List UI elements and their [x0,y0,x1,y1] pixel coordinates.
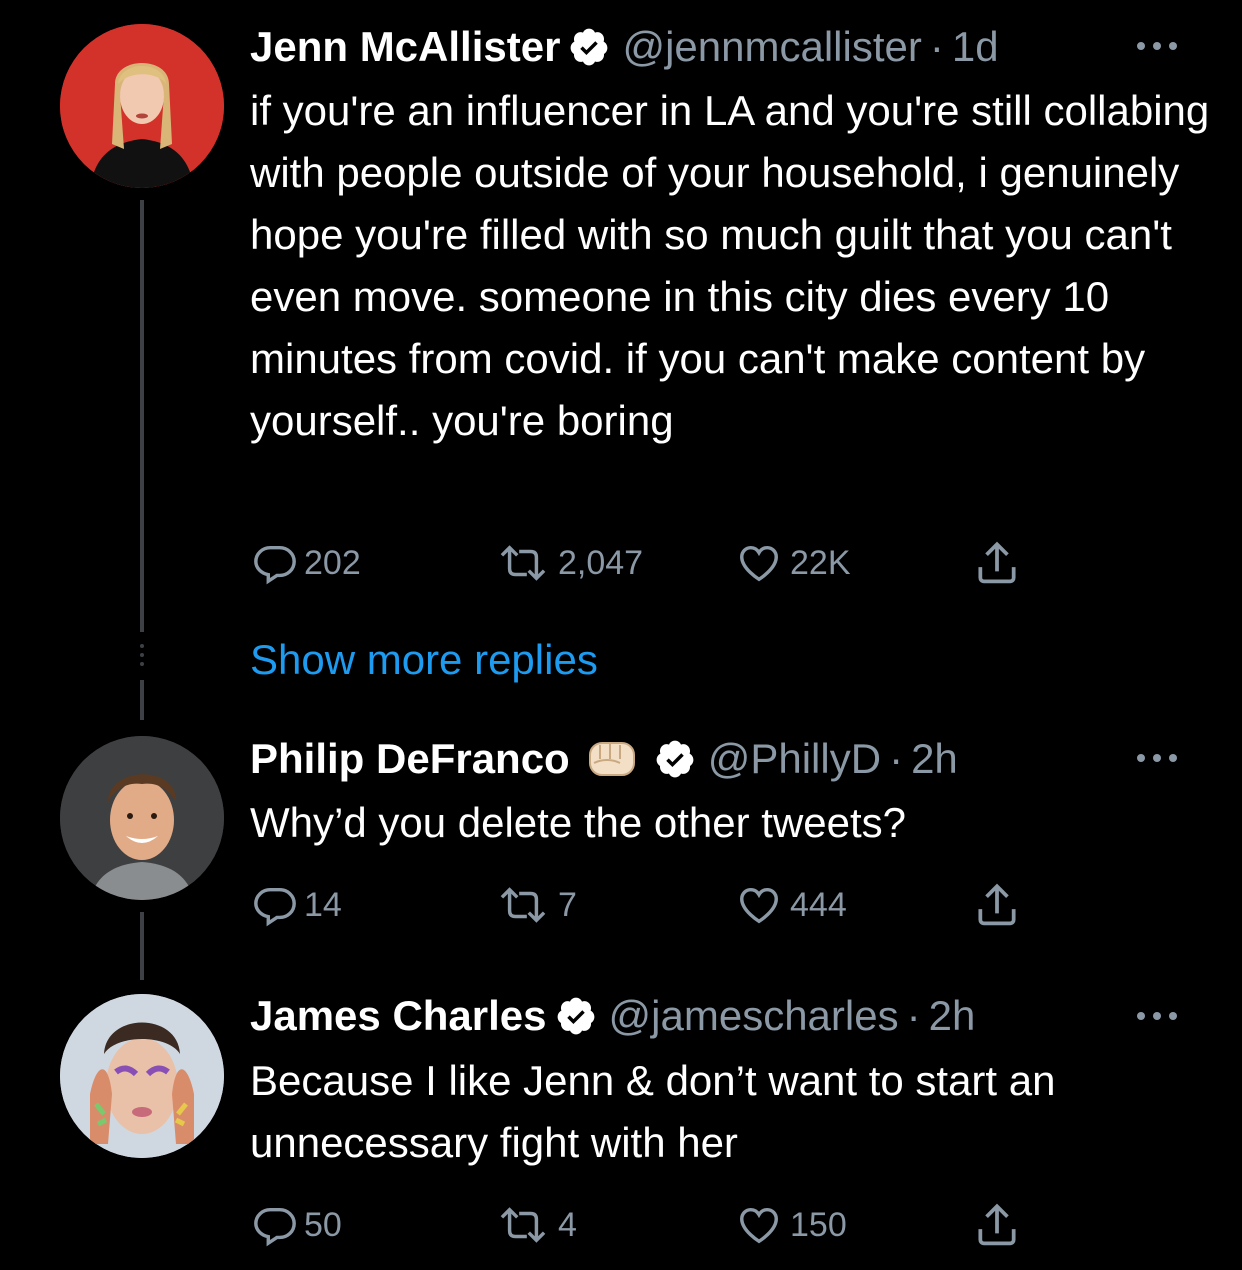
thread-line [140,680,144,720]
tweet-actions: 14 7 444 [250,880,1050,930]
thread-line [140,200,144,632]
thread-line [140,912,144,980]
show-more-replies-link[interactable]: Show more replies [250,630,598,690]
tweet-text: if you're an influencer in LA and you're… [250,87,1210,444]
separator: · [906,992,921,1039]
share-icon [978,541,1016,584]
separator: · [889,735,904,782]
reply-count: 14 [304,885,342,924]
retweet-button[interactable]: 4 [494,1200,577,1250]
reply-button[interactable]: 50 [252,1200,342,1250]
display-name[interactable]: Philip DeFranco [250,735,570,783]
like-button[interactable]: 22K [734,538,851,588]
reply-button[interactable]: 202 [252,538,361,588]
thread-ellipsis [139,644,145,671]
timestamp[interactable]: 2h [911,735,958,783]
handle[interactable]: @jennmcallister [622,23,921,71]
retweet-count: 2,047 [558,543,644,582]
tweet-text: Because I like Jenn & don’t want to star… [250,1057,1056,1166]
avatar[interactable] [60,736,224,900]
retweet-icon [500,1207,546,1243]
verified-icon [557,997,594,1035]
reply-icon [254,887,296,927]
like-button[interactable]: 444 [734,880,847,930]
reply-count: 202 [304,543,361,582]
retweet-count: 4 [558,1205,577,1244]
avatar[interactable] [60,994,224,1158]
display-name[interactable]: Jenn McAllister [250,23,560,71]
tweet-actions: 202 2,047 22K [250,538,1050,588]
tweet-text: Why’d you delete the other tweets? [250,799,907,846]
share-icon [978,1203,1016,1246]
verified-icon [571,28,608,66]
more-icon[interactable] [1132,36,1182,56]
like-icon [740,545,778,582]
share-button[interactable] [972,1200,1022,1250]
separator: · [929,23,944,70]
like-icon [740,1207,778,1244]
retweet-button[interactable]: 2,047 [494,538,643,588]
share-icon [978,883,1016,926]
more-icon[interactable] [1132,748,1182,768]
like-count: 444 [790,885,847,924]
like-count: 150 [790,1205,847,1244]
retweet-icon [500,545,546,581]
tweet-actions: 50 4 150 [250,1200,1050,1250]
tweet-header: James Charles @jamescharles · 2h [250,991,975,1041]
verified-icon [656,740,694,778]
retweet-button[interactable]: 7 [494,880,577,930]
tweet-header: Philip DeFranco @PhillyD · 2h [250,734,958,784]
avatar[interactable] [60,24,224,188]
retweet-icon [500,887,546,923]
reply-count: 50 [304,1205,342,1244]
more-icon[interactable] [1132,1006,1182,1026]
retweet-count: 7 [558,885,577,924]
reply-button[interactable]: 14 [252,880,342,930]
tweet-header: Jenn McAllister @jennmcallister · 1d [250,22,999,72]
fist-emoji-icon [588,742,635,776]
share-button[interactable] [972,880,1022,930]
display-name[interactable]: James Charles [250,992,547,1040]
timestamp[interactable]: 2h [929,992,976,1040]
share-button[interactable] [972,538,1022,588]
timestamp[interactable]: 1d [952,23,999,71]
like-count: 22K [790,543,851,582]
like-icon [740,887,778,924]
reply-icon [254,1207,296,1247]
like-button[interactable]: 150 [734,1200,847,1250]
handle[interactable]: @jamescharles [609,992,899,1040]
handle[interactable]: @PhillyD [708,735,881,783]
reply-icon [254,545,296,585]
